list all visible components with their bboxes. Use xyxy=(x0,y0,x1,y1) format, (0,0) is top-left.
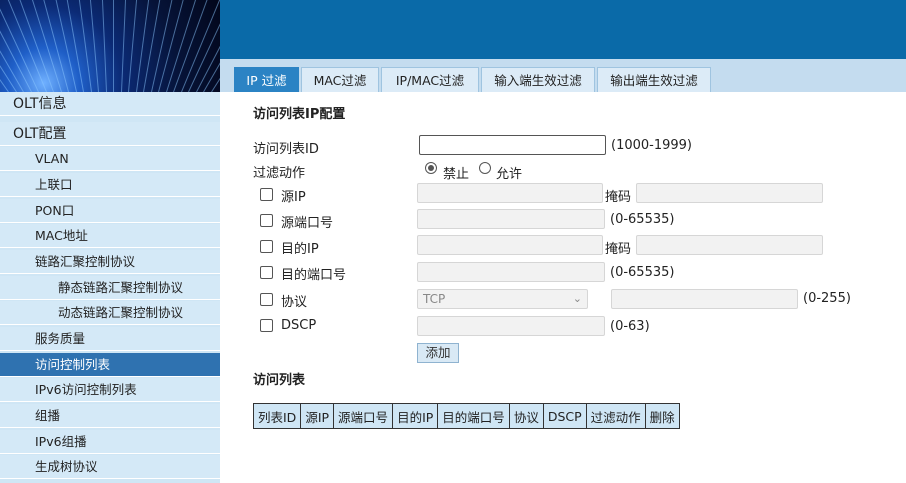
src-mask-label: 掩码 xyxy=(605,190,632,205)
light-ray xyxy=(150,0,178,92)
deny-radio-label: 禁止 xyxy=(443,167,470,182)
sidebar-item-ipv6-multicast[interactable]: IPv6组播 xyxy=(0,430,220,454)
add-button[interactable]: 添加 xyxy=(417,343,459,363)
col-protocol: 协议 xyxy=(508,403,544,429)
protocol-select[interactable]: TCP ⌄ xyxy=(417,289,588,309)
src-ip-label: 源IP xyxy=(281,190,306,205)
dscp-range: (0-63) xyxy=(610,319,650,334)
main-content: 访问列表IP配置 访问列表ID (1000-1999) 过滤动作 禁止 允许 源… xyxy=(220,92,906,483)
sidebar-item-ipv6-acl[interactable]: IPv6访问控制列表 xyxy=(0,378,220,402)
col-src-port: 源端口号 xyxy=(333,403,394,429)
dst-ip-input[interactable] xyxy=(417,235,603,255)
sidebar-item-olt-config[interactable]: OLT配置 xyxy=(0,122,220,146)
src-port-label: 源端口号 xyxy=(281,216,334,231)
dst-port-range: (0-65535) xyxy=(610,265,675,280)
acl-id-range: (1000-1999) xyxy=(611,138,693,153)
deny-radio[interactable] xyxy=(425,162,437,174)
dst-ip-label: 目的IP xyxy=(281,242,319,257)
light-ray xyxy=(49,0,77,92)
col-list-id: 列表ID xyxy=(252,403,302,429)
dst-port-checkbox[interactable] xyxy=(260,266,273,279)
list-title: 访问列表 xyxy=(253,373,306,388)
sidebar-item-dynamic-lacp[interactable]: 动态链路汇聚控制协议 xyxy=(0,301,220,325)
col-delete: 删除 xyxy=(644,403,680,429)
header-globe-image xyxy=(0,0,220,92)
tab-egress-filter[interactable]: 输出端生效过滤 xyxy=(597,67,711,92)
light-ray xyxy=(74,0,92,92)
form-title: 访问列表IP配置 xyxy=(253,107,346,122)
protocol-number-input[interactable] xyxy=(611,289,798,309)
allow-radio[interactable] xyxy=(479,162,491,174)
light-ray xyxy=(203,0,220,92)
filter-action-label: 过滤动作 xyxy=(253,166,306,181)
light-ray xyxy=(36,0,69,92)
src-ip-input[interactable] xyxy=(417,183,603,203)
light-ray xyxy=(158,0,191,92)
sidebar-item-stp[interactable]: 生成树协议 xyxy=(0,455,220,479)
src-port-checkbox[interactable] xyxy=(260,214,273,227)
protocol-label: 协议 xyxy=(281,295,308,310)
dst-mask-label: 掩码 xyxy=(605,242,632,257)
sidebar-item-uplink[interactable]: 上联口 xyxy=(0,173,220,197)
sidebar-item-qos[interactable]: 服务质量 xyxy=(0,327,220,351)
light-ray xyxy=(0,0,39,92)
light-ray xyxy=(0,0,24,92)
tab-ip-mac-filter[interactable]: IP/MAC过滤 xyxy=(381,67,479,92)
dscp-input[interactable] xyxy=(417,316,605,336)
col-filter-action: 过滤动作 xyxy=(585,403,646,429)
sidebar-item-acl[interactable]: 访问控制列表 xyxy=(0,353,220,377)
src-port-input[interactable] xyxy=(417,209,605,229)
tab-mac-filter[interactable]: MAC过滤 xyxy=(301,67,379,92)
src-port-range: (0-65535) xyxy=(610,212,675,227)
light-ray xyxy=(120,0,127,92)
light-ray xyxy=(100,0,107,92)
tab-ingress-filter[interactable]: 输入端生效过滤 xyxy=(481,67,595,92)
acl-id-label: 访问列表ID xyxy=(253,142,319,157)
sidebar-item-mac[interactable]: MAC地址 xyxy=(0,224,220,248)
col-src-ip: 源IP xyxy=(300,403,335,429)
acl-id-input[interactable] xyxy=(419,135,606,155)
dscp-label: DSCP xyxy=(281,318,317,333)
dst-port-input[interactable] xyxy=(417,262,605,282)
light-ray xyxy=(135,0,153,92)
sidebar-item-olt-info[interactable]: OLT信息 xyxy=(0,92,220,116)
protocol-range: (0-255) xyxy=(803,291,851,306)
table-header-row: 列表ID 源IP 源端口号 目的IP 目的端口号 协议 DSCP 过滤动作 删除 xyxy=(252,403,680,429)
col-dst-ip: 目的IP xyxy=(392,403,439,429)
chevron-down-icon: ⌄ xyxy=(572,292,582,305)
allow-radio-label: 允许 xyxy=(496,167,523,182)
sidebar-item-pon[interactable]: PON口 xyxy=(0,199,220,223)
dscp-checkbox[interactable] xyxy=(260,319,273,332)
light-ray xyxy=(113,0,114,92)
sidebar-item-static-lacp[interactable]: 静态链路汇聚控制协议 xyxy=(0,276,220,300)
src-ip-checkbox[interactable] xyxy=(260,188,273,201)
col-dscp: DSCP xyxy=(542,403,587,429)
dst-port-label: 目的端口号 xyxy=(281,268,347,283)
sidebar-item-vlan[interactable]: VLAN xyxy=(0,147,220,171)
sidebar: OLT信息 OLT配置 VLAN 上联口 PON口 MAC地址 链路汇聚控制协议… xyxy=(0,92,220,483)
src-mask-input[interactable] xyxy=(636,183,823,203)
protocol-select-value: TCP xyxy=(423,292,446,306)
header-bar xyxy=(220,0,906,59)
sidebar-item-lacp[interactable]: 链路汇聚控制协议 xyxy=(0,250,220,274)
protocol-checkbox[interactable] xyxy=(260,293,273,306)
dst-ip-checkbox[interactable] xyxy=(260,240,273,253)
acl-table: 列表ID 源IP 源端口号 目的IP 目的端口号 协议 DSCP 过滤动作 删除 xyxy=(252,403,680,429)
col-dst-port: 目的端口号 xyxy=(437,403,510,429)
tab-ip-filter[interactable]: IP 过滤 xyxy=(234,67,299,92)
dst-mask-input[interactable] xyxy=(636,235,823,255)
sidebar-item-multicast[interactable]: 组播 xyxy=(0,404,220,428)
